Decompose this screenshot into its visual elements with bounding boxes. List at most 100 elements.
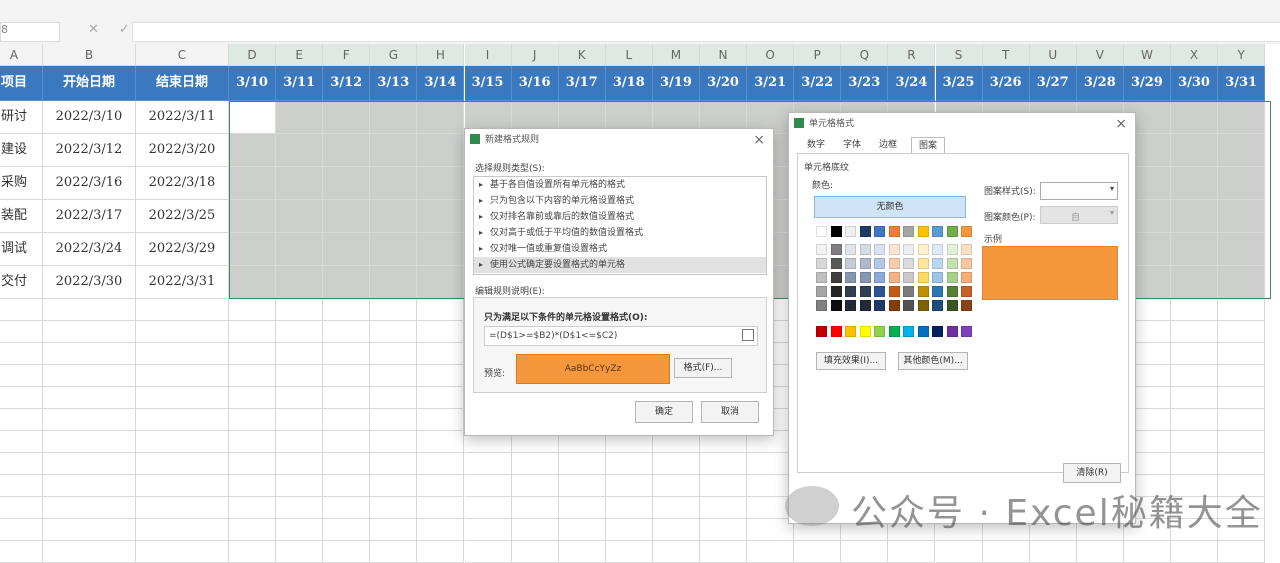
color-swatch[interactable]	[859, 286, 871, 297]
empty-cell[interactable]	[0, 497, 43, 519]
color-swatch[interactable]	[932, 226, 943, 237]
header-cell[interactable]: 3/26	[982, 66, 1030, 101]
color-swatch[interactable]	[903, 226, 914, 237]
empty-cell[interactable]	[370, 387, 418, 409]
header-cell[interactable]: 3/21	[747, 66, 795, 101]
color-swatch[interactable]	[917, 300, 929, 311]
tab-number[interactable]: 数字	[801, 137, 831, 153]
empty-cell[interactable]	[982, 541, 1030, 563]
empty-cell[interactable]	[417, 321, 465, 343]
empty-cell[interactable]	[43, 299, 136, 321]
empty-cell[interactable]	[136, 343, 229, 365]
empty-cell[interactable]	[0, 321, 43, 343]
column-header-b[interactable]: B	[43, 44, 136, 66]
color-swatch[interactable]	[946, 300, 958, 311]
color-swatch[interactable]	[845, 244, 856, 255]
empty-cell[interactable]	[43, 409, 136, 431]
empty-cell[interactable]	[1171, 431, 1219, 453]
color-swatch[interactable]	[888, 244, 900, 255]
empty-cell[interactable]	[136, 409, 229, 431]
empty-cell[interactable]	[464, 453, 512, 475]
empty-cell[interactable]	[43, 453, 136, 475]
empty-cell[interactable]	[276, 365, 324, 387]
rule-type-item[interactable]: 基于各自值设置所有单元格的格式	[474, 177, 766, 193]
empty-cell[interactable]	[370, 431, 418, 453]
empty-cell[interactable]	[323, 409, 371, 431]
color-swatch[interactable]	[874, 272, 885, 283]
color-swatch[interactable]	[932, 258, 943, 269]
empty-cell[interactable]	[229, 387, 277, 409]
empty-cell[interactable]	[43, 365, 136, 387]
column-header-o[interactable]: O	[747, 44, 795, 66]
empty-cell[interactable]	[605, 453, 653, 475]
color-swatch[interactable]	[816, 326, 827, 337]
empty-cell[interactable]	[229, 519, 277, 541]
header-cell[interactable]: 3/17	[558, 66, 606, 101]
color-swatch[interactable]	[903, 286, 914, 297]
color-swatch[interactable]	[859, 300, 871, 311]
empty-cell[interactable]	[276, 453, 324, 475]
empty-cell[interactable]	[1218, 431, 1266, 453]
empty-cell[interactable]	[0, 365, 43, 387]
empty-cell[interactable]	[841, 541, 889, 563]
empty-cell[interactable]	[370, 299, 418, 321]
column-header-p[interactable]: P	[794, 44, 842, 66]
empty-cell[interactable]	[276, 387, 324, 409]
color-swatch[interactable]	[917, 244, 929, 255]
empty-cell[interactable]	[229, 497, 277, 519]
color-swatch[interactable]	[816, 226, 827, 237]
empty-cell[interactable]	[229, 299, 277, 321]
empty-cell[interactable]	[558, 475, 606, 497]
empty-cell[interactable]	[276, 497, 324, 519]
color-swatch[interactable]	[903, 272, 914, 283]
color-swatch[interactable]	[874, 300, 885, 311]
format-button[interactable]: 格式(F)...	[674, 358, 732, 378]
header-cell[interactable]: 项目	[0, 66, 43, 101]
empty-cell[interactable]	[370, 409, 418, 431]
header-cell[interactable]: 3/18	[605, 66, 653, 101]
start-date-cell[interactable]: 2022/3/17	[43, 200, 136, 233]
color-swatch[interactable]	[874, 286, 885, 297]
empty-cell[interactable]	[229, 365, 277, 387]
color-swatch[interactable]	[830, 272, 842, 283]
color-swatch[interactable]	[961, 300, 972, 311]
empty-cell[interactable]	[700, 497, 748, 519]
empty-cell[interactable]	[323, 299, 371, 321]
empty-cell[interactable]	[323, 475, 371, 497]
color-swatch[interactable]	[830, 244, 842, 255]
color-swatch[interactable]	[859, 272, 871, 283]
empty-cell[interactable]	[276, 475, 324, 497]
color-swatch[interactable]	[859, 258, 871, 269]
empty-cell[interactable]	[417, 387, 465, 409]
color-swatch[interactable]	[946, 286, 958, 297]
empty-cell[interactable]	[0, 519, 43, 541]
empty-cell[interactable]	[370, 365, 418, 387]
color-swatch[interactable]	[830, 258, 842, 269]
color-swatch[interactable]	[917, 326, 929, 337]
header-cell[interactable]: 3/22	[794, 66, 842, 101]
empty-cell[interactable]	[323, 343, 371, 365]
header-cell[interactable]: 开始日期	[43, 66, 136, 101]
empty-cell[interactable]	[229, 453, 277, 475]
empty-cell[interactable]	[0, 541, 43, 563]
empty-cell[interactable]	[417, 299, 465, 321]
empty-cell[interactable]	[276, 519, 324, 541]
header-cell[interactable]: 3/30	[1171, 66, 1219, 101]
empty-cell[interactable]	[1218, 321, 1266, 343]
color-swatch[interactable]	[874, 258, 885, 269]
empty-cell[interactable]	[1171, 299, 1219, 321]
header-cell[interactable]: 3/23	[841, 66, 889, 101]
empty-cell[interactable]	[136, 387, 229, 409]
empty-cell[interactable]	[136, 453, 229, 475]
column-header-y[interactable]: Y	[1218, 44, 1266, 66]
empty-cell[interactable]	[747, 541, 795, 563]
empty-cell[interactable]	[700, 453, 748, 475]
empty-cell[interactable]	[229, 475, 277, 497]
ok-button[interactable]: 确定	[635, 401, 693, 423]
color-swatch[interactable]	[961, 272, 972, 283]
empty-cell[interactable]	[794, 541, 842, 563]
empty-cell[interactable]	[464, 541, 512, 563]
empty-cell[interactable]	[417, 409, 465, 431]
name-box[interactable]: 8	[0, 22, 60, 42]
empty-cell[interactable]	[417, 365, 465, 387]
